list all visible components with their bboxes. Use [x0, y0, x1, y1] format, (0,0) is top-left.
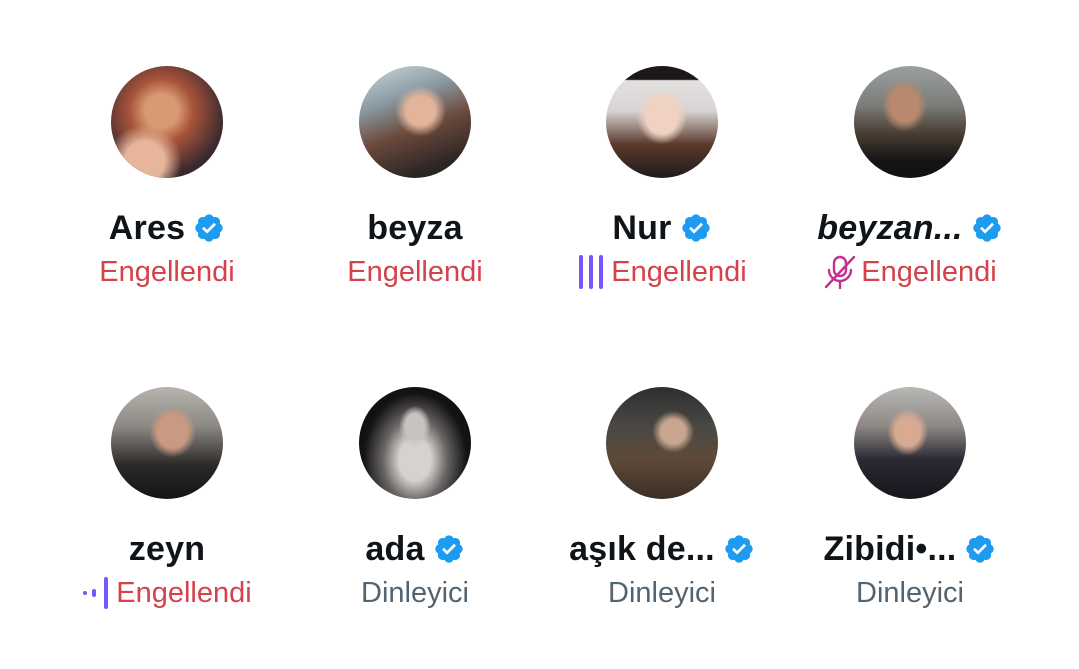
avatar[interactable]	[359, 66, 471, 178]
verified-badge-icon	[966, 535, 995, 563]
participants-grid: Ares Engellendi beyza Engellendi Nur Eng…	[0, 0, 1079, 669]
participant-name: beyzan...	[817, 208, 963, 247]
participant-status: Engellendi	[611, 255, 747, 288]
participant-status: Dinleyici	[856, 576, 964, 609]
participant-status: Dinleyici	[361, 576, 469, 609]
verified-badge-icon	[434, 535, 463, 563]
audio-level-icon	[83, 577, 109, 609]
avatar[interactable]	[111, 387, 223, 499]
participant-status: Engellendi	[861, 255, 997, 288]
participant-name: ada	[365, 529, 425, 568]
avatar[interactable]	[606, 66, 718, 178]
participant-status: Engellendi	[347, 255, 483, 288]
participant-card-beyza[interactable]: beyza Engellendi	[291, 66, 539, 290]
speaking-bars-icon	[579, 255, 604, 289]
avatar[interactable]	[111, 66, 223, 178]
avatar[interactable]	[854, 66, 966, 178]
participant-card-beyzan[interactable]: beyzan... Engellendi	[786, 66, 1034, 290]
verified-badge-icon	[681, 214, 710, 242]
participant-name: zeyn	[128, 529, 206, 568]
avatar[interactable]	[359, 387, 471, 499]
participant-name: aşık de...	[569, 529, 715, 568]
participant-name: Ares	[108, 208, 186, 247]
participant-status: Engellendi	[116, 576, 252, 609]
verified-badge-icon	[195, 214, 223, 242]
participant-name: Nur	[612, 208, 672, 247]
participant-card-zeyn[interactable]: zeyn Engellendi	[43, 387, 291, 611]
participant-name: Zibidi•...	[823, 529, 957, 568]
verified-badge-icon	[973, 214, 1001, 242]
participant-card-ares[interactable]: Ares Engellendi	[43, 66, 291, 290]
participant-name: beyza	[367, 208, 463, 247]
participant-card-asik-de[interactable]: aşık de... Dinleyici	[538, 387, 786, 611]
participant-status: Engellendi	[99, 255, 235, 288]
participant-card-zibidi[interactable]: Zibidi•... Dinleyici	[786, 387, 1034, 611]
muted-mic-icon	[825, 255, 856, 290]
participant-card-nur[interactable]: Nur Engellendi	[538, 66, 786, 290]
participant-status: Dinleyici	[608, 576, 716, 609]
participant-card-ada[interactable]: ada Dinleyici	[291, 387, 539, 611]
avatar[interactable]	[854, 387, 966, 499]
verified-badge-icon	[725, 535, 753, 563]
avatar[interactable]	[606, 387, 718, 499]
